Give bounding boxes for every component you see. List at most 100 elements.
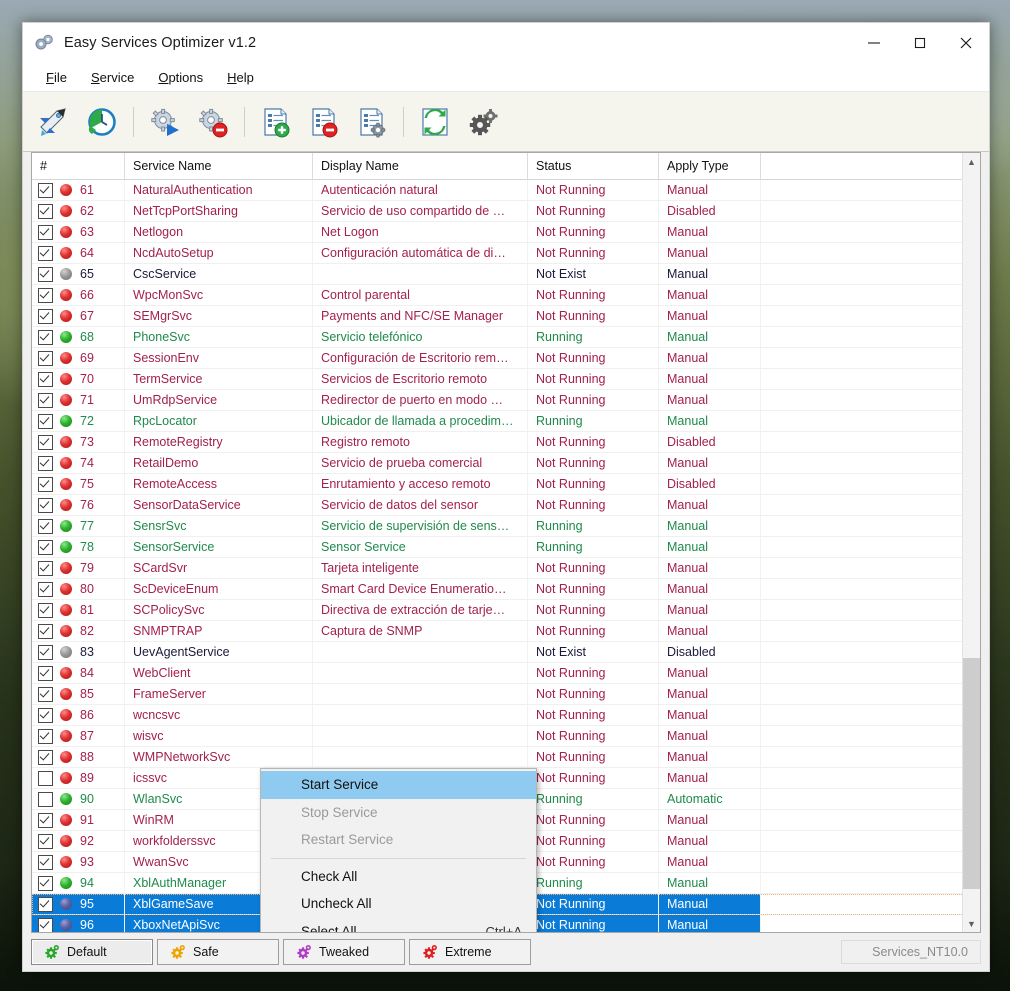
scroll-up-arrow[interactable]: ▲	[963, 153, 980, 170]
table-row[interactable]: 82 SNMPTRAP Captura de SNMP Not Running Manu…	[32, 621, 980, 642]
row-checkbox[interactable]	[38, 770, 53, 786]
row-checkbox[interactable]	[38, 371, 53, 387]
table-row[interactable]: 84 WebClient Not Running Manual	[32, 663, 980, 684]
table-row[interactable]: 69 SessionEnv Configuración de Escritorio …	[32, 348, 980, 369]
table-row[interactable]: 76 SensorDataService Servicio de datos del…	[32, 495, 980, 516]
row-checkbox[interactable]	[38, 476, 53, 492]
table-row[interactable]: 75 RemoteAccess Enrutamiento y acceso remo…	[32, 474, 980, 495]
row-checkbox[interactable]	[38, 581, 53, 597]
menu-help[interactable]: Help	[216, 67, 265, 88]
row-checkbox[interactable]	[38, 749, 53, 765]
table-row[interactable]: 87 wisvc Not Running Manual	[32, 726, 980, 747]
row-checkbox[interactable]	[38, 350, 53, 366]
context-menu-item-uncheck-all[interactable]: Uncheck All	[261, 890, 536, 918]
profile-button-default[interactable]: Default	[31, 939, 153, 965]
column-header-status[interactable]: Status	[528, 153, 659, 179]
row-checkbox[interactable]	[38, 182, 53, 198]
row-checkbox[interactable]	[38, 245, 53, 261]
table-row[interactable]: 77 SensrSvc Servicio de supervisión de sen…	[32, 516, 980, 537]
table-row[interactable]: 73 RemoteRegistry Registro remoto Not Runni…	[32, 432, 980, 453]
start-service-icon[interactable]	[142, 99, 188, 145]
column-header-service-name[interactable]: Service Name	[125, 153, 313, 179]
row-checkbox[interactable]	[38, 896, 53, 912]
row-checkbox[interactable]	[38, 623, 53, 639]
table-row[interactable]: 65 CscService Not Exist Manual	[32, 264, 980, 285]
row-checkbox[interactable]	[38, 392, 53, 408]
row-checkbox[interactable]	[38, 266, 53, 282]
profile-button-extreme[interactable]: Extreme	[409, 939, 531, 965]
row-checkbox[interactable]	[38, 455, 53, 471]
add-service-icon[interactable]	[253, 99, 299, 145]
menu-options[interactable]: Options	[147, 67, 214, 88]
table-row[interactable]: 61 NaturalAuthentication Autenticación nat…	[32, 180, 980, 201]
row-checkbox[interactable]	[38, 434, 53, 450]
minimize-button[interactable]	[851, 23, 897, 63]
row-checkbox[interactable]	[38, 686, 53, 702]
column-header-blank[interactable]	[761, 153, 980, 179]
row-checkbox[interactable]	[38, 329, 53, 345]
table-row[interactable]: 83 UevAgentService Not Exist Disabled	[32, 642, 980, 663]
scrollbar-thumb[interactable]	[963, 658, 980, 889]
row-checkbox[interactable]	[38, 602, 53, 618]
apply-type-cell: Manual	[659, 726, 761, 746]
table-row[interactable]: 63 Netlogon Net Logon Not Running Manual	[32, 222, 980, 243]
settings-gears-icon[interactable]	[460, 99, 506, 145]
delete-service-icon[interactable]	[301, 99, 347, 145]
row-checkbox[interactable]	[38, 665, 53, 681]
column-header-index[interactable]: #	[32, 153, 125, 179]
table-row[interactable]: 74 RetailDemo Servicio de prueba comercial…	[32, 453, 980, 474]
table-row[interactable]: 71 UmRdpService Redirector de puerto en mo…	[32, 390, 980, 411]
scroll-down-arrow[interactable]: ▼	[963, 915, 980, 932]
row-checkbox[interactable]	[38, 287, 53, 303]
menu-service[interactable]: Service	[80, 67, 145, 88]
table-row[interactable]: 79 SCardSvr Tarjeta inteligente Not Running…	[32, 558, 980, 579]
row-checkbox[interactable]	[38, 791, 53, 807]
profile-button-tweaked[interactable]: Tweaked	[283, 939, 405, 965]
table-row[interactable]: 62 NetTcpPortSharing Servicio de uso compa…	[32, 201, 980, 222]
vertical-scrollbar[interactable]: ▲ ▼	[962, 153, 980, 932]
table-row[interactable]: 72 RpcLocator Ubicador de llamada a proced…	[32, 411, 980, 432]
table-row[interactable]: 80 ScDeviceEnum Smart Card Device Enumerat…	[32, 579, 980, 600]
row-checkbox[interactable]	[38, 854, 53, 870]
row-checkbox[interactable]	[38, 812, 53, 828]
table-row[interactable]: 67 SEMgrSvc Payments and NFC/SE Manager Not…	[32, 306, 980, 327]
row-checkbox[interactable]	[38, 644, 53, 660]
column-header-apply-type[interactable]: Apply Type	[659, 153, 761, 179]
table-row[interactable]: 85 FrameServer Not Running Manual	[32, 684, 980, 705]
row-checkbox[interactable]	[38, 707, 53, 723]
optimize-rocket-icon[interactable]	[31, 99, 77, 145]
row-checkbox[interactable]	[38, 833, 53, 849]
row-checkbox[interactable]	[38, 875, 53, 891]
context-menu-item-start-service[interactable]: Start Service	[261, 771, 536, 799]
row-checkbox[interactable]	[38, 308, 53, 324]
restore-clock-icon[interactable]	[79, 99, 125, 145]
table-row[interactable]: 86 wcncsvc Not Running Manual	[32, 705, 980, 726]
row-checkbox[interactable]	[38, 728, 53, 744]
profile-button-safe[interactable]: Safe	[157, 939, 279, 965]
table-row[interactable]: 70 TermService Servicios de Escritorio rem…	[32, 369, 980, 390]
row-checkbox[interactable]	[38, 917, 53, 932]
scrollbar-track[interactable]	[963, 170, 980, 915]
refresh-icon[interactable]	[412, 99, 458, 145]
row-checkbox[interactable]	[38, 497, 53, 513]
context-menu-item-check-all[interactable]: Check All	[261, 863, 536, 891]
table-row[interactable]: 78 SensorService Sensor Service Running Manu…	[32, 537, 980, 558]
table-row[interactable]: 68 PhoneSvc Servicio telefónico Running Manu…	[32, 327, 980, 348]
row-checkbox[interactable]	[38, 560, 53, 576]
column-header-display-name[interactable]: Display Name	[313, 153, 528, 179]
table-row[interactable]: 81 SCPolicySvc Directiva de extracción de …	[32, 600, 980, 621]
table-row[interactable]: 64 NcdAutoSetup Configuración automática d…	[32, 243, 980, 264]
table-row[interactable]: 88 WMPNetworkSvc Not Running Manual	[32, 747, 980, 768]
maximize-button[interactable]	[897, 23, 943, 63]
row-checkbox[interactable]	[38, 203, 53, 219]
row-checkbox[interactable]	[38, 539, 53, 555]
close-button[interactable]	[943, 23, 989, 63]
stop-service-icon[interactable]	[190, 99, 236, 145]
menu-file[interactable]: File	[35, 67, 78, 88]
row-checkbox[interactable]	[38, 224, 53, 240]
row-checkbox[interactable]	[38, 413, 53, 429]
table-row[interactable]: 66 WpcMonSvc Control parental Not Running Ma…	[32, 285, 980, 306]
row-checkbox[interactable]	[38, 518, 53, 534]
edit-service-icon[interactable]	[349, 99, 395, 145]
context-menu-item-select-all[interactable]: Select All Ctrl+A	[261, 918, 536, 932]
